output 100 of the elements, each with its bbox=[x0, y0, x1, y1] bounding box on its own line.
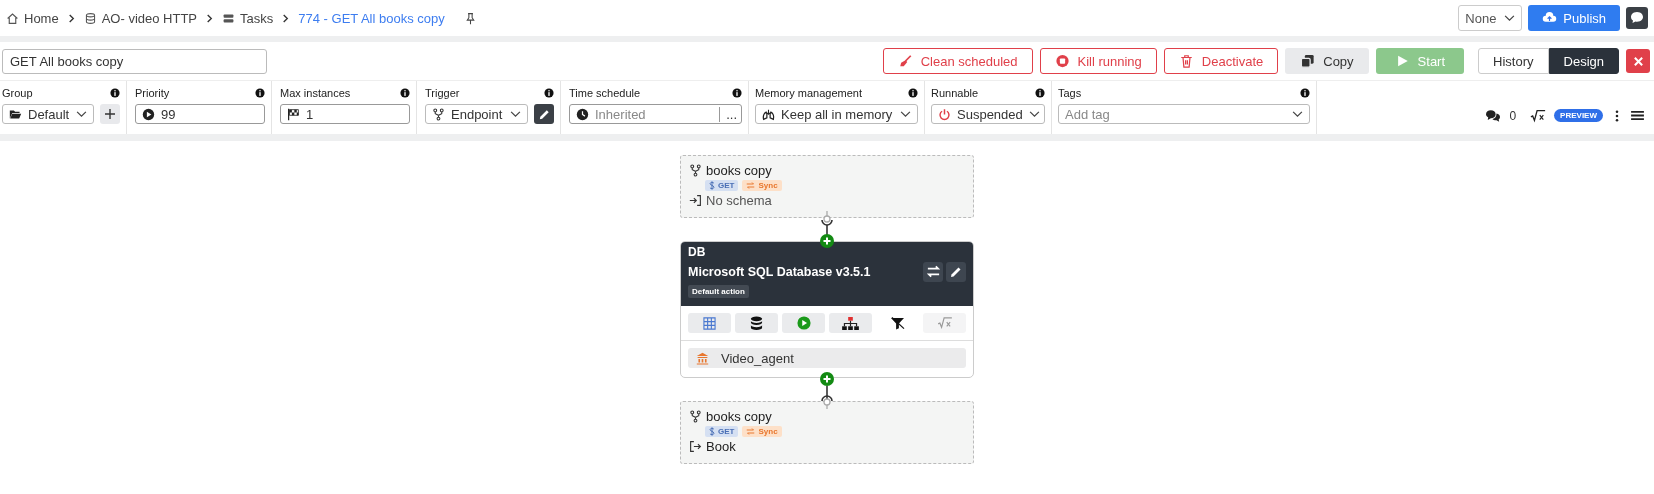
input-field[interactable]: 1 bbox=[280, 104, 410, 124]
menu-icon[interactable] bbox=[1631, 110, 1644, 121]
view-tab[interactable]: Design bbox=[1548, 48, 1619, 74]
power-icon bbox=[938, 107, 951, 121]
swap-button[interactable] bbox=[923, 261, 943, 282]
formula-icon[interactable] bbox=[1530, 108, 1547, 123]
connector-drawing bbox=[817, 211, 837, 249]
breadcrumb-link[interactable]: Tasks bbox=[240, 10, 274, 26]
schema-label: No schema bbox=[706, 193, 772, 208]
connector-drawing bbox=[817, 371, 837, 409]
dollar-icon bbox=[709, 181, 715, 190]
endpoint-node[interactable]: books copy GET Sync No schema bbox=[680, 155, 974, 218]
server-icon bbox=[222, 11, 236, 25]
dollar-icon bbox=[709, 427, 715, 436]
breadcrumb-link[interactable]: Home bbox=[24, 10, 59, 26]
breadcrumb-current[interactable]: 774 - GET All books copy bbox=[298, 10, 445, 26]
step-title: Microsoft SQL Database v3.5.1 bbox=[688, 265, 871, 279]
play-circle-icon bbox=[142, 107, 155, 121]
select-field[interactable]: Endpoint bbox=[425, 104, 528, 124]
task-name-field[interactable]: GET All books copy bbox=[2, 48, 267, 74]
table-button[interactable] bbox=[688, 313, 731, 333]
checkered-flag-icon bbox=[287, 107, 300, 121]
agent-name: Video_agent bbox=[721, 350, 794, 366]
clock-icon bbox=[576, 107, 589, 121]
more-button[interactable]: ... bbox=[719, 106, 737, 122]
info-icon[interactable] bbox=[400, 88, 410, 98]
temple-icon bbox=[696, 351, 709, 365]
field-label: Group bbox=[2, 87, 33, 99]
plus-icon bbox=[104, 108, 116, 120]
endpoint-node[interactable]: books copy GET Sync Book bbox=[680, 401, 974, 464]
close-button[interactable] bbox=[1626, 49, 1650, 73]
info-icon[interactable] bbox=[1300, 88, 1310, 98]
play-circle-icon bbox=[796, 316, 811, 330]
stop-icon bbox=[1054, 54, 1070, 68]
arrows-icon bbox=[746, 427, 756, 436]
step-type: DB bbox=[688, 245, 706, 259]
database-button[interactable] bbox=[735, 313, 778, 333]
table-icon bbox=[703, 316, 716, 330]
sign-in-icon bbox=[689, 194, 702, 207]
field-label: Tags bbox=[1058, 87, 1082, 99]
publish-button[interactable]: Publish bbox=[1528, 5, 1620, 31]
action-button[interactable]: Clean scheduled bbox=[882, 48, 1033, 74]
cloud-upload-icon bbox=[1542, 11, 1558, 25]
database-icon bbox=[83, 11, 97, 25]
edit-button[interactable] bbox=[534, 104, 554, 124]
tag-label: GET bbox=[718, 427, 735, 436]
info-icon[interactable] bbox=[908, 88, 918, 98]
field-label: Max instances bbox=[280, 87, 351, 99]
hierarchy-button[interactable] bbox=[829, 313, 872, 333]
folder-icon bbox=[9, 107, 22, 121]
chat-icon[interactable] bbox=[1626, 7, 1648, 29]
view-tab[interactable]: History bbox=[1478, 48, 1549, 74]
branch-icon bbox=[432, 107, 445, 121]
info-icon[interactable] bbox=[110, 88, 120, 98]
lungs-icon bbox=[762, 107, 775, 121]
schema-label: Book bbox=[706, 439, 736, 454]
formula-icon bbox=[936, 317, 953, 329]
hierarchy-icon bbox=[842, 316, 859, 330]
branch-icon bbox=[689, 164, 702, 177]
agent-chip[interactable]: Video_agent bbox=[688, 348, 966, 368]
input-field[interactable]: Inherited ... bbox=[569, 104, 742, 124]
select-field[interactable]: Default bbox=[2, 104, 94, 124]
add-button[interactable] bbox=[100, 104, 120, 124]
info-icon[interactable] bbox=[255, 88, 265, 98]
edit-button[interactable] bbox=[946, 261, 966, 282]
action-button[interactable]: Copy bbox=[1285, 48, 1369, 74]
copy-icon bbox=[1300, 54, 1316, 68]
tag-label: Sync bbox=[758, 181, 778, 190]
caret-icon bbox=[1504, 14, 1516, 22]
info-icon[interactable] bbox=[1035, 88, 1045, 98]
breadcrumb-link[interactable]: AO- video HTTP bbox=[101, 10, 198, 26]
step-card[interactable]: DB Microsoft SQL Database v3.5.1 Default action Video_agent bbox=[680, 241, 974, 378]
tag-label: GET bbox=[718, 181, 735, 190]
info-icon[interactable] bbox=[732, 88, 742, 98]
swap-icon bbox=[925, 264, 941, 279]
field-label: Memory management bbox=[755, 87, 862, 99]
caret-icon bbox=[900, 110, 911, 118]
select-field[interactable]: Keep all in memory bbox=[755, 104, 918, 124]
comment-count: 0 bbox=[1509, 108, 1517, 123]
pin-icon[interactable] bbox=[463, 11, 477, 25]
preview-badge: PREVIEW bbox=[1554, 109, 1603, 122]
sign-out-icon bbox=[689, 440, 702, 453]
caret-icon bbox=[1028, 110, 1040, 118]
node-title: books copy bbox=[706, 409, 772, 424]
trash-icon bbox=[1178, 54, 1194, 68]
caret-icon bbox=[76, 110, 87, 118]
select-field[interactable]: Add tag bbox=[1058, 104, 1310, 124]
action-button[interactable]: Kill running bbox=[1039, 48, 1157, 74]
select-field[interactable]: Suspended bbox=[931, 104, 1045, 124]
caret-icon bbox=[510, 110, 521, 118]
action-button[interactable]: Deactivate bbox=[1163, 48, 1279, 74]
input-field[interactable]: 99 bbox=[135, 104, 265, 124]
info-icon[interactable] bbox=[544, 88, 554, 98]
environment-select[interactable]: None bbox=[1458, 5, 1523, 31]
chevron-icon bbox=[281, 13, 291, 23]
database-icon bbox=[750, 315, 763, 331]
comments-icon[interactable] bbox=[1485, 108, 1502, 123]
chevron-icon bbox=[205, 13, 215, 23]
tag-label: Sync bbox=[758, 427, 778, 436]
more-icon[interactable] bbox=[1615, 109, 1619, 122]
